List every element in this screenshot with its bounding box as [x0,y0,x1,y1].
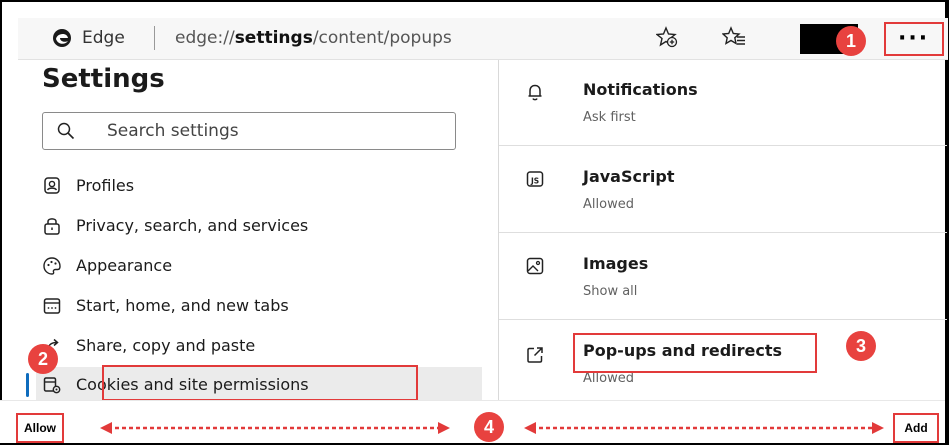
js-icon: JS [526,171,544,187]
permission-status: Allowed [583,371,634,386]
callout-4: 4 [474,412,504,442]
address-bar[interactable]: Edge edge://settings/content/popups ··· [18,18,948,60]
sidebar-item-label: Start, home, and new tabs [76,296,289,315]
highlight-box [102,365,418,401]
callout-3: 3 [846,331,876,361]
sidebar-item-start-home[interactable]: Start, home, and new tabs [36,288,482,324]
page-title: Settings [42,64,165,94]
browser-name: Edge [82,28,125,48]
url-text[interactable]: edge://settings/content/popups [175,28,452,48]
permission-name: Notifications [583,80,698,99]
more-dots-icon: ··· [898,26,930,51]
search-input[interactable] [107,119,437,143]
permission-popups[interactable]: Pop-ups and redirects Allowed [499,321,947,407]
permissions-list: Notifications Ask first JS JavaScript Al… [499,60,947,400]
permission-notifications[interactable]: Notifications Ask first [499,60,947,146]
bell-icon [528,84,542,101]
permission-status: Ask first [583,110,636,125]
permission-status: Allowed [583,197,634,212]
address-separator [154,26,155,50]
sidebar-item-label: Profiles [76,176,135,195]
sidebar-item-label: Privacy, search, and services [76,216,309,235]
permission-name: JavaScript [583,167,675,186]
bottom-action-bar: Allow 4 Add [0,400,945,443]
open-external-icon [527,347,543,363]
sidebar-item-label: Appearance [76,256,173,275]
sidebar-item-appearance[interactable]: Appearance [36,248,482,284]
sidebar-item-cookies[interactable]: Cookies and site permissions [26,365,482,403]
cookies-permissions-icon [43,377,61,394]
settings-and-more-button[interactable]: ··· [884,22,944,56]
add-favorite-icon[interactable] [656,26,678,48]
sidebar-item-share[interactable]: Share, copy and paste [36,328,482,364]
search-icon [57,122,75,140]
callout-2: 2 [28,344,58,374]
image-icon [526,257,544,275]
permission-status: Show all [583,284,638,299]
callout-1: 1 [836,26,866,56]
svg-text:JS: JS [530,177,539,186]
settings-sidebar: Settings Profiles Privacy, search, and s… [18,60,498,403]
sidebar-item-privacy[interactable]: Privacy, search, and services [36,208,482,244]
highlight-box [573,333,817,373]
sidebar-item-profiles[interactable]: Profiles [36,168,482,204]
favorites-icon[interactable] [722,26,746,48]
permission-name: Images [583,254,649,273]
permission-javascript[interactable]: JS JavaScript Allowed [499,147,947,233]
arrows-overlay [100,422,884,434]
search-box[interactable] [42,112,456,150]
lock-icon [44,218,60,235]
active-indicator [26,373,29,397]
sidebar-item-label: Share, copy and paste [76,336,256,355]
home-tabs-icon [43,298,61,314]
edge-logo-icon [53,29,71,47]
add-button[interactable]: Add [893,413,939,443]
palette-icon [43,257,61,275]
permission-images[interactable]: Images Show all [499,234,947,320]
profile-icon [44,177,60,194]
